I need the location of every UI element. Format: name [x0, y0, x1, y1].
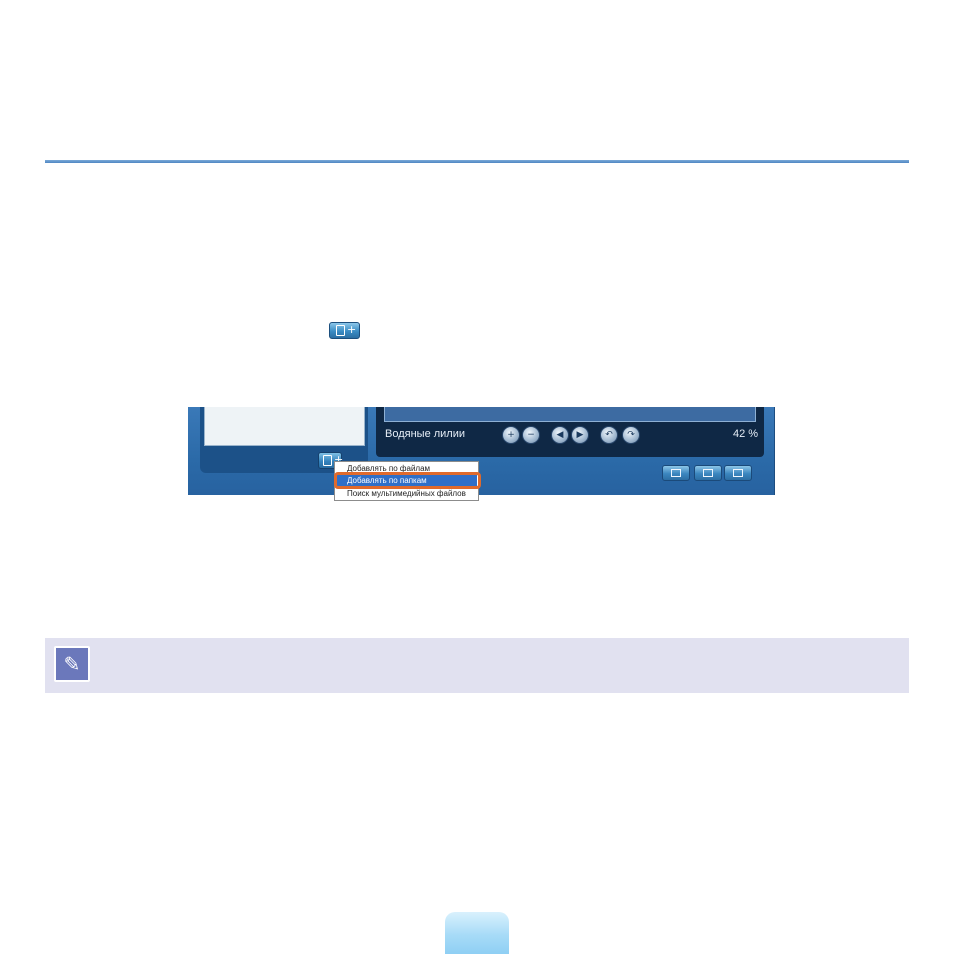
zoom-level: 42 % [733, 428, 759, 440]
single-view-icon[interactable] [694, 465, 722, 481]
image-caption: Водяные лилии [385, 428, 466, 440]
rotate-left-icon[interactable]: ↶ [600, 426, 618, 444]
note-box: ✎ [45, 638, 909, 693]
page-number-tab [445, 912, 509, 954]
app-screenshot: + Водяные лилии + − ◀ ▶ ↶ ↷ 42 % Добавля… [188, 407, 776, 505]
zoom-in-icon[interactable]: + [502, 426, 520, 444]
menu-item-search-media[interactable]: Поиск мультимедийных файлов [347, 489, 466, 498]
next-icon[interactable]: ▶ [571, 426, 589, 444]
rotate-right-icon[interactable]: ↷ [622, 426, 640, 444]
highlight-ring [334, 472, 481, 489]
memo-pencil-icon: ✎ [54, 646, 90, 682]
image-viewer [384, 407, 756, 422]
add-context-menu: Добавлять по файлам Добавлять по папкам … [334, 461, 481, 501]
previous-icon[interactable]: ◀ [551, 426, 569, 444]
zoom-out-icon[interactable]: − [522, 426, 540, 444]
slideshow-icon[interactable] [724, 465, 752, 481]
section-divider [45, 160, 909, 163]
file-list [204, 407, 365, 446]
add-file-icon: + [329, 322, 360, 339]
list-view-icon[interactable] [662, 465, 690, 481]
